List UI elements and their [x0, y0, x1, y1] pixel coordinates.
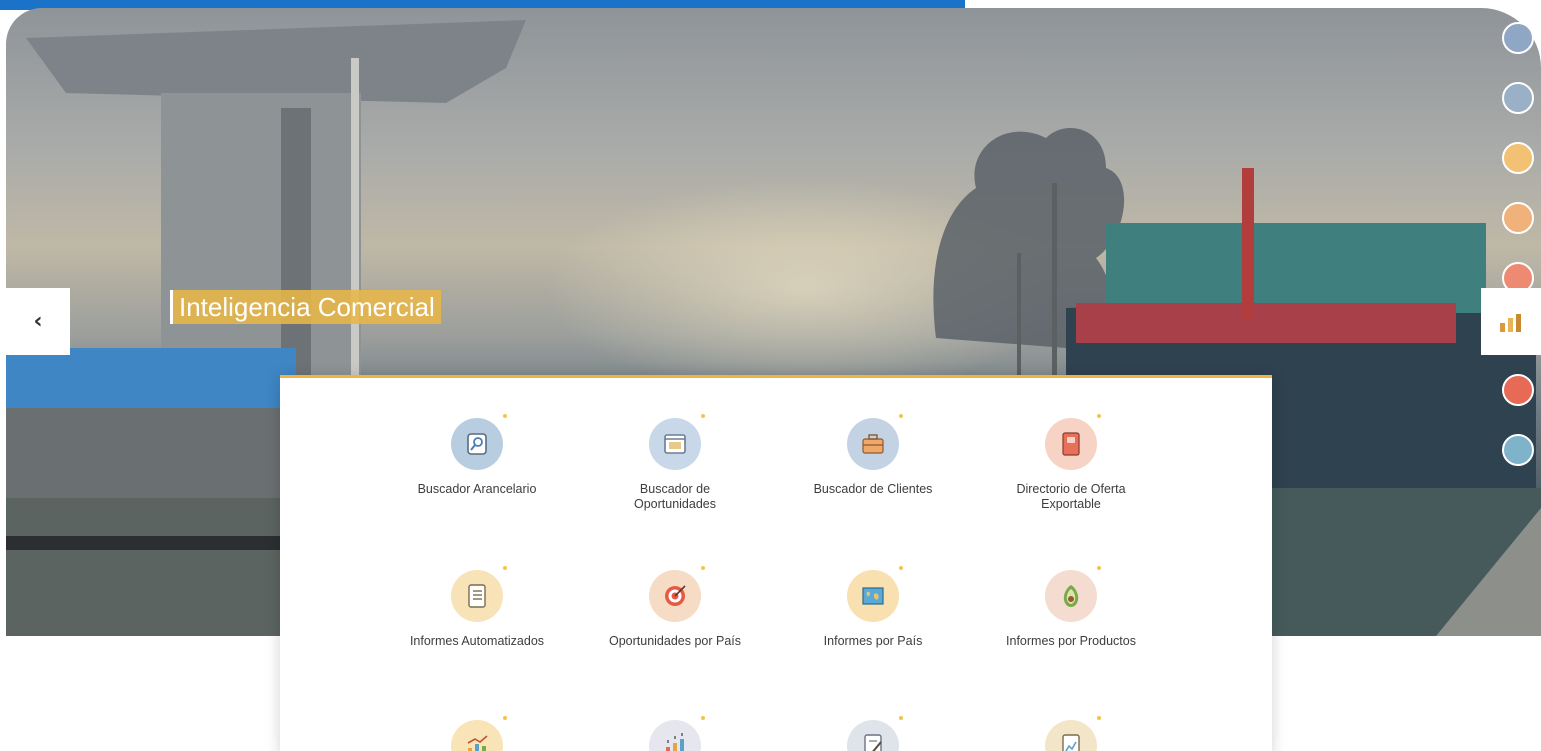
- right-nav-active-item[interactable]: [1481, 288, 1541, 355]
- growth-bar-chart-icon: [649, 716, 705, 751]
- tool-label: Buscador Arancelario: [417, 482, 537, 496]
- avocado-icon: [1045, 566, 1101, 622]
- tool-tile[interactable]: Buscador de Oportunidades: [576, 414, 774, 512]
- target-icon[interactable]: [1502, 374, 1534, 406]
- briefcase-icon[interactable]: [1502, 202, 1534, 234]
- tool-label: Oportunidades por País: [608, 634, 742, 648]
- tools-panel: Buscador Arancelario Buscador de Oportuni…: [280, 375, 1272, 751]
- document-pen-icon: [847, 716, 903, 751]
- slider-prev-button[interactable]: ‹: [6, 288, 70, 355]
- world-map-icon[interactable]: [1502, 434, 1534, 466]
- report-list-icon: [451, 566, 507, 622]
- tool-tile[interactable]: [378, 716, 576, 751]
- target-icon: [649, 566, 705, 622]
- tool-tile[interactable]: Oportunidades por País: [576, 566, 774, 649]
- search-doc-icon: [451, 414, 507, 470]
- tool-label: Buscador de Oportunidades: [633, 482, 716, 511]
- page: ‹ Inteligencia Comercial Buscador Arance…: [0, 0, 1541, 751]
- document-chart-icon: [1045, 716, 1101, 751]
- bar-chart-icon: [1500, 313, 1521, 332]
- line-bar-chart-icon: [451, 716, 507, 751]
- directory-book-icon: [1045, 414, 1101, 470]
- tool-tile[interactable]: Buscador Arancelario: [378, 414, 576, 497]
- briefcase-icon: [847, 414, 903, 470]
- tool-tile[interactable]: [576, 716, 774, 751]
- tool-tile[interactable]: [774, 716, 972, 751]
- tool-tile[interactable]: Directorio de Oferta Exportable: [972, 414, 1170, 512]
- browser-window-icon[interactable]: [1502, 82, 1534, 114]
- browser-window-icon: [649, 414, 705, 470]
- world-map-icon: [847, 566, 903, 622]
- tool-tile[interactable]: Informes por Productos: [972, 566, 1170, 649]
- hero-title: Inteligencia Comercial: [170, 290, 441, 324]
- report-list-icon[interactable]: [1502, 142, 1534, 174]
- tool-tile[interactable]: [972, 716, 1170, 751]
- tool-label: Informes por Productos: [1006, 634, 1136, 648]
- tool-label: Informes por País: [823, 634, 923, 648]
- search-doc-icon[interactable]: [1502, 22, 1534, 54]
- tool-label: Directorio de Oferta Exportable: [1016, 482, 1126, 511]
- tool-tile[interactable]: Informes por País: [774, 566, 972, 649]
- tool-label: Informes Automatizados: [409, 634, 545, 648]
- tool-tile[interactable]: Buscador de Clientes: [774, 414, 972, 497]
- tool-label: Buscador de Clientes: [813, 482, 933, 496]
- tool-tile[interactable]: Informes Automatizados: [378, 566, 576, 649]
